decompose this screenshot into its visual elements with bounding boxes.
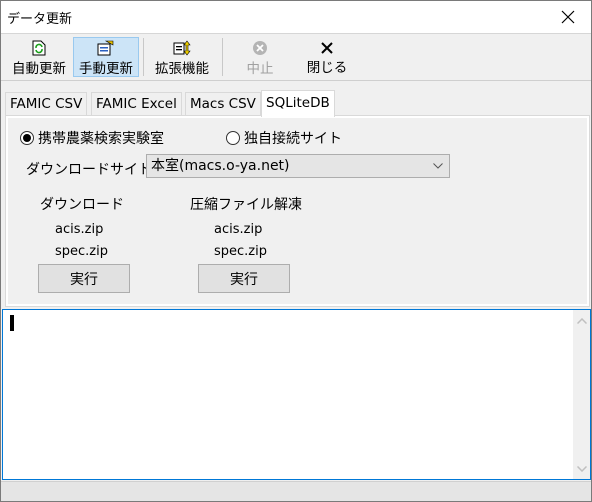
text-caret [10,315,14,331]
toolbar: 自動更新 手動更新 拡張機能 中止 閉じる [1,33,591,81]
scroll-up-button[interactable] [573,312,590,329]
extension-icon [173,40,191,56]
vertical-scrollbar[interactable] [573,310,590,479]
extract-run-button[interactable]: 実行 [198,264,290,293]
stop-label: 中止 [246,61,274,77]
toolbar-separator [222,38,223,76]
radio-label: 携帯農薬検索実験室 [38,131,164,147]
close-icon [318,40,336,55]
chevron-down-icon [576,465,587,472]
download-site-label: ダウンロードサイト [26,162,152,178]
close-icon [561,10,575,24]
status-bar [1,481,591,501]
extension-label: 拡張機能 [155,61,209,77]
radio-keitai-noyaku[interactable]: 携帯農薬検索実験室 [20,128,164,148]
download-run-button[interactable]: 実行 [38,264,130,293]
tab-famic-csv[interactable]: FAMIC CSV [5,92,88,116]
auto-update-icon [30,40,48,56]
window-close-button[interactable] [545,1,591,33]
extension-button[interactable]: 拡張機能 [149,37,215,77]
window-title: データ更新 [7,12,73,27]
extract-file-acis: acis.zip [214,222,263,237]
close-button[interactable]: 閉じる [299,37,355,77]
toolbar-separator [143,38,144,76]
manual-update-label: 手動更新 [79,61,133,77]
extract-file-spec: spec.zip [214,244,267,259]
radio-custom-site[interactable]: 独自接続サイト [226,128,342,148]
manual-update-icon [97,40,115,56]
download-heading: ダウンロード [40,197,124,213]
extract-heading: 圧縮ファイル解凍 [190,197,302,213]
download-site-value: 本室(macs.o-ya.net) [151,158,290,174]
tab-sqlitedb[interactable]: SQLiteDB [261,90,335,117]
radio-label: 独自接続サイト [244,131,342,147]
tab-famic-excel[interactable]: FAMIC Excel [91,92,182,116]
auto-update-label: 自動更新 [12,61,66,77]
chevron-up-icon [576,317,587,324]
radio-checked-indicator [20,131,34,145]
auto-update-button[interactable]: 自動更新 [5,37,73,77]
download-site-select[interactable]: 本室(macs.o-ya.net) [146,154,450,178]
radio-unchecked-indicator [226,131,240,145]
sqlitedb-tab-panel: 携帯農薬検索実験室 独自接続サイト ダウンロードサイト 本室(macs.o-ya… [5,115,590,307]
scroll-down-button[interactable] [573,460,590,477]
stop-icon [251,40,269,56]
download-file-acis: acis.zip [55,222,104,237]
title-bar: データ更新 [1,1,591,33]
download-file-spec: spec.zip [55,244,108,259]
manual-update-button[interactable]: 手動更新 [73,37,139,77]
log-textarea[interactable] [2,309,591,480]
data-update-window: データ更新 自動更新 手動更新 拡張機能 中止 閉じる FAMIC CSV FA… [0,0,592,502]
close-label: 閉じる [306,60,348,76]
stop-button[interactable]: 中止 [231,37,289,77]
tab-macs-csv[interactable]: Macs CSV [185,92,261,116]
chevron-down-icon [433,157,443,175]
